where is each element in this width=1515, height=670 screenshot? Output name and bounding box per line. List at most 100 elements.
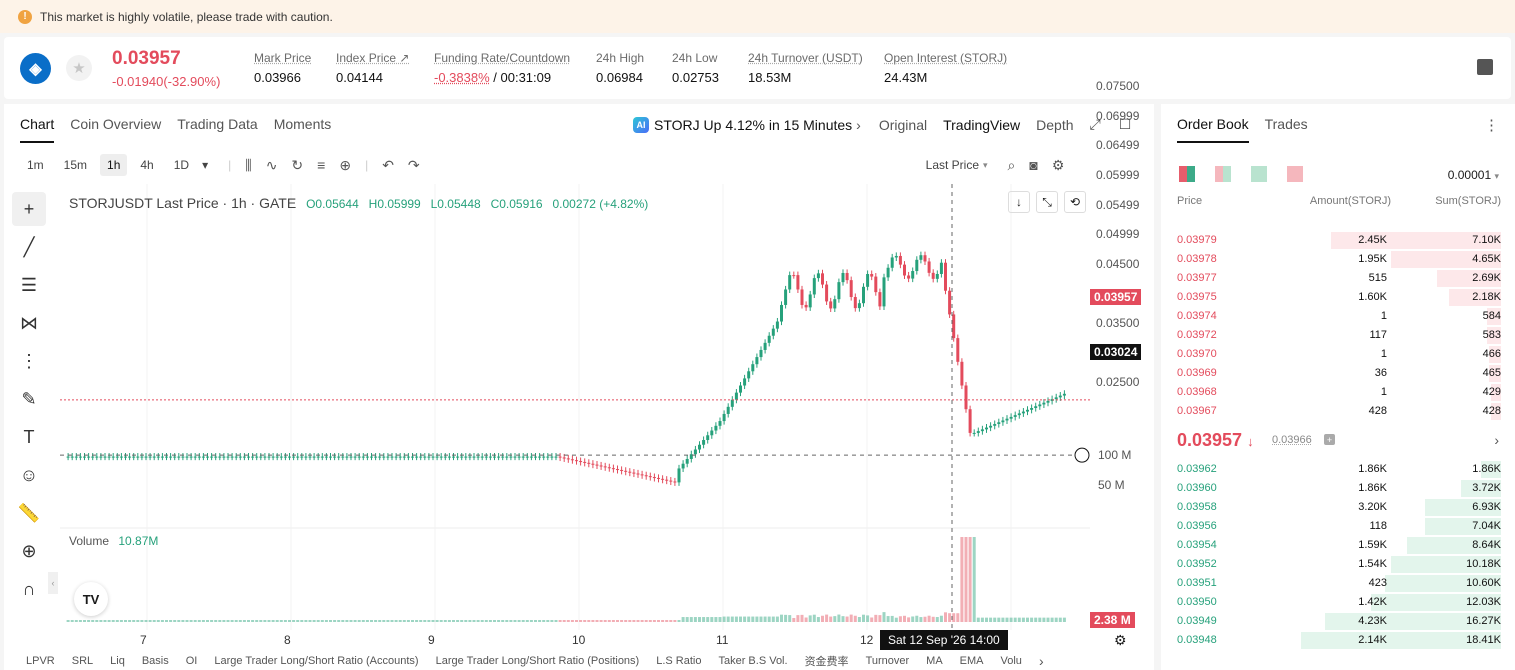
pattern-icon[interactable]: ⋈ [12,306,46,340]
bid-row[interactable]: 0.03956 118 7.04K [1161,517,1515,536]
arrow-down-icon[interactable]: ↓ [1008,191,1030,213]
indicator-12[interactable]: EMA [960,655,984,667]
brush-icon[interactable]: ✎ [12,382,46,416]
ask-row[interactable]: 0.03968 1 429 [1161,383,1515,402]
volume-bar [292,620,296,622]
stat-index-price[interactable]: Index Price ↗ 0.04144 [336,51,409,85]
emoji-icon[interactable]: ☺ [12,458,46,492]
tab-trades[interactable]: Trades [1265,116,1308,143]
more-icon[interactable]: ⋮ [1484,116,1499,134]
ask-row[interactable]: 0.03977 515 2.69K [1161,269,1515,288]
ask-row[interactable]: 0.03969 36 465 [1161,364,1515,383]
magnet-icon[interactable]: ∩ [12,572,46,606]
caret-down-icon[interactable]: ▾ [983,160,988,171]
tf-15m[interactable]: 15m [57,154,94,176]
book-icon[interactable] [1477,59,1493,75]
view-depth[interactable]: Depth [1036,117,1073,133]
ask-row[interactable]: 0.03970 1 466 [1161,345,1515,364]
layout-bids-icon[interactable] [1251,166,1267,182]
indicator-1[interactable]: SRL [72,655,93,667]
indicator-icon[interactable]: ∿ [266,157,278,174]
tab-coin-overview[interactable]: Coin Overview [70,116,161,143]
collapse-toolbar-icon[interactable]: ‹ [48,572,58,594]
ask-row[interactable]: 0.03979 2.45K 7.10K [1161,231,1515,250]
ruler-icon[interactable]: 📏 [12,496,46,530]
bid-row[interactable]: 0.03960 1.86K 3.72K [1161,479,1515,498]
collapse-icon[interactable]: ⤡ [1036,191,1058,213]
price-chart[interactable] [60,184,1090,630]
horizontal-lines-icon[interactable]: ☰ [12,268,46,302]
chevron-right-icon[interactable]: › [1494,432,1499,448]
reset-icon[interactable]: ⟲ [1064,191,1086,213]
search-icon[interactable]: ⌕ [1008,157,1016,174]
text-icon[interactable]: T [12,420,46,454]
undo-icon[interactable]: ↶ [382,157,394,174]
template-icon[interactable]: ≡ [317,157,325,173]
layout-split-icon[interactable] [1215,166,1231,182]
chart-alert[interactable]: STORJ Up 4.12% in 15 Minutes [654,117,852,133]
gear-icon[interactable]: ⚙ [1052,157,1065,174]
indicator-13[interactable]: Volu [1001,655,1022,667]
indicator-2[interactable]: Liq [110,655,125,667]
indicator-11[interactable]: MA [926,655,943,667]
tab-chart[interactable]: Chart [20,116,55,143]
precision-select[interactable]: 0.00001 ▾ [1448,168,1499,182]
fib-icon[interactable]: ⋮ [12,344,46,378]
tf-4h[interactable]: 4h [133,154,160,176]
bid-row[interactable]: 0.03954 1.59K 8.64K [1161,536,1515,555]
bid-row[interactable]: 0.03949 4.23K 16.27K [1161,612,1515,631]
indicator-9[interactable]: 资金费率 [805,653,849,669]
candlestick-icon[interactable]: ⫼ [245,157,251,174]
ask-row[interactable]: 0.03972 117 583 [1161,326,1515,345]
layout-asks-icon[interactable] [1287,166,1303,182]
camera-icon[interactable]: ◙ [1029,157,1037,173]
tf-1m[interactable]: 1m [20,154,51,176]
view-tradingview[interactable]: TradingView [943,117,1020,133]
candle-body [406,456,410,458]
layout-both-icon[interactable] [1179,166,1195,182]
tab-moments[interactable]: Moments [274,116,332,143]
info-icon[interactable]: + [1324,434,1335,445]
candle-body [812,278,816,295]
bid-row[interactable]: 0.03950 1.42K 12.03K [1161,593,1515,612]
caret-down-icon[interactable]: ▾ [202,158,208,172]
zoom-in-icon[interactable]: ⊕ [12,534,46,568]
bid-row[interactable]: 0.03948 2.14K 18.41K [1161,631,1515,650]
tab-order-book[interactable]: Order Book [1177,116,1249,143]
favorite-star-icon[interactable]: ★ [66,55,92,81]
crosshair-icon[interactable]: + [12,192,46,226]
tab-trading-data[interactable]: Trading Data [177,116,257,143]
add-alert-icon[interactable]: ⊕ [339,157,351,174]
candle-body [862,286,865,304]
indicator-6[interactable]: Large Trader Long/Short Ratio (Positions… [436,655,640,667]
bid-row[interactable]: 0.03951 423 10.60K [1161,574,1515,593]
mid-price[interactable]: 0.03957 ↓ [1177,430,1254,451]
replay-icon[interactable]: ↻ [291,157,303,174]
tf-1h[interactable]: 1h [100,154,128,176]
bid-row[interactable]: 0.03962 1.86K 1.86K [1161,460,1515,479]
ask-row[interactable]: 0.03978 1.95K 4.65K [1161,250,1515,269]
indicator-8[interactable]: Taker B.S Vol. [718,655,787,667]
view-original[interactable]: Original [879,117,927,133]
indicator-0[interactable]: LPVR [26,655,55,667]
candle-body [751,364,755,372]
indicator-10[interactable]: Turnover [866,655,910,667]
indicator-7[interactable]: L.S Ratio [656,655,701,667]
bid-row[interactable]: 0.03952 1.54K 10.18K [1161,555,1515,574]
indicator-4[interactable]: OI [186,655,198,667]
price-type-select[interactable]: Last Price [926,158,979,172]
indicator-5[interactable]: Large Trader Long/Short Ratio (Accounts) [214,655,418,667]
trendline-icon[interactable]: ╱ [12,230,46,264]
redo-icon[interactable]: ↷ [408,157,420,174]
tradingview-logo[interactable]: TV [74,582,108,616]
tf-1d[interactable]: 1D [167,154,196,176]
bid-row[interactable]: 0.03958 3.20K 6.93K [1161,498,1515,517]
candle-body [140,456,144,458]
row-sum: 16.27K [1466,615,1501,627]
ask-row[interactable]: 0.03974 1 584 [1161,307,1515,326]
ask-row[interactable]: 0.03967 428 428 [1161,402,1515,421]
indicator-3[interactable]: Basis [142,655,169,667]
ask-row[interactable]: 0.03975 1.60K 2.18K [1161,288,1515,307]
candle-body [718,421,722,426]
chevron-right-icon[interactable]: › [1039,653,1044,669]
